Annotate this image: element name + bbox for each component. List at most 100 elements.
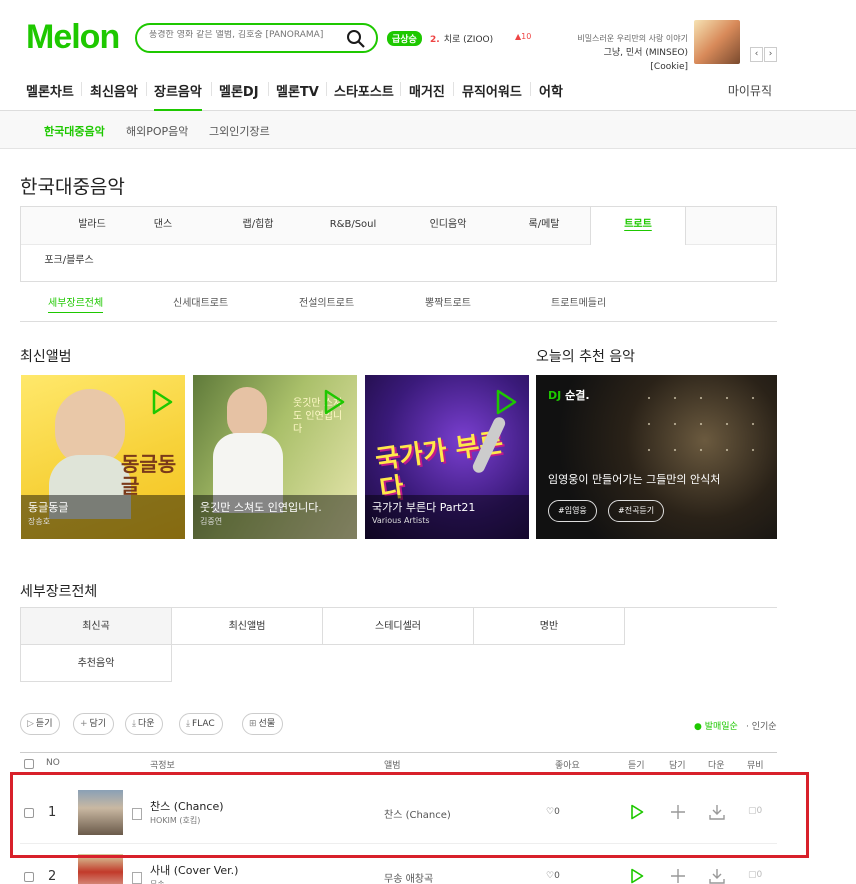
- col-play: 듣기: [628, 761, 645, 771]
- album-caption: 국가가 부른다 Part21 Various Artists: [365, 495, 529, 539]
- col-add: 담기: [669, 761, 686, 771]
- nav-melon-dj[interactable]: 멜론DJ: [219, 81, 259, 111]
- subgenre-all[interactable]: 세부장르전체: [48, 294, 104, 313]
- col-album: 앨범: [384, 761, 401, 771]
- play-icon[interactable]: [495, 389, 517, 415]
- plus-icon[interactable]: [671, 869, 685, 883]
- play-icon[interactable]: [630, 868, 644, 884]
- col-no: NO: [46, 758, 60, 768]
- row-number: 2: [48, 869, 57, 884]
- order-popular[interactable]: · 인기순: [746, 719, 777, 732]
- subnav-korean-pop[interactable]: 한국대중음악: [44, 123, 105, 139]
- album-card[interactable]: 웃깃만 스쳐도 인연입니다 웃깃만 스쳐도 인연입니다. 김중연: [193, 375, 357, 539]
- promo-thumbnail[interactable]: [694, 20, 740, 64]
- flac-button[interactable]: ⤓ FLAC: [179, 713, 223, 735]
- col-mv: 뮤비: [747, 761, 764, 771]
- download-button[interactable]: ⤓ 다운: [125, 713, 163, 735]
- gift-button[interactable]: ⊞ 선물: [242, 713, 284, 735]
- dj-name-text: 순결.: [565, 389, 590, 402]
- tab-recommended[interactable]: 추천음악: [21, 645, 172, 682]
- rank-title: 치로 (ZIOO): [443, 35, 494, 45]
- nav-starpost[interactable]: 스타포스트: [334, 81, 394, 111]
- add-button-label: 담기: [89, 719, 107, 729]
- album-title[interactable]: 동글동글: [28, 500, 178, 516]
- promo-text[interactable]: 비밀스러운 우리만의 사랑 이야기 그냥, 민서 (MINSEO) [Cooki…: [568, 32, 688, 74]
- subgenre-ppongjjak[interactable]: 뽕짝트로트: [425, 294, 471, 309]
- flac-button-label: FLAC: [191, 719, 215, 729]
- nav-melon-chart[interactable]: 멜론차트: [26, 81, 74, 111]
- play-button[interactable]: ▷ 듣기: [20, 713, 61, 735]
- album-cover-text: 국가가 부른다: [373, 427, 506, 506]
- genre-tab-folk[interactable]: 포크/블루스: [21, 243, 117, 281]
- song-info-icon[interactable]: [132, 872, 142, 884]
- subnav-foreign-pop[interactable]: 해외POP음악: [126, 123, 188, 139]
- nav-latest-music[interactable]: 최신음악: [90, 81, 138, 111]
- order-popular-label: 인기순: [751, 722, 777, 732]
- rising-badge: 급상승: [387, 31, 422, 46]
- gift-icon: ⊞: [249, 719, 257, 729]
- download-button-label: 다운: [137, 719, 155, 729]
- promo-next-button[interactable]: ›: [764, 47, 777, 62]
- subgenre-new-trot[interactable]: 신세대트로트: [173, 294, 228, 309]
- col-likes: 좋아요: [555, 761, 580, 771]
- promo-subtitle: 비밀스러운 우리만의 사랑 이야기: [577, 34, 688, 43]
- subnav-other-genres[interactable]: 그외인기장르: [209, 123, 270, 139]
- melon-logo[interactable]: Melon: [26, 18, 120, 57]
- play-icon[interactable]: [151, 389, 173, 415]
- tab-latest-songs[interactable]: 최신곡: [21, 608, 172, 645]
- song-album[interactable]: 무송 애창곡: [384, 870, 433, 884]
- recommend-card[interactable]: DJ 순결. 임영웅이 만들어가는 그들만의 안식처 #임영웅 #전곡듣기: [536, 375, 777, 539]
- tag-button[interactable]: #임영웅: [548, 500, 597, 522]
- genre-tab-trot[interactable]: 트로트: [590, 207, 686, 245]
- nav-magazine[interactable]: 매거진: [409, 81, 445, 111]
- mv-button[interactable]: ▢0: [748, 870, 762, 880]
- play-icon[interactable]: [323, 389, 345, 415]
- row-checkbox[interactable]: [24, 872, 34, 882]
- rank-number: 2.: [430, 35, 440, 45]
- tag-button[interactable]: #전곡듣기: [608, 500, 665, 522]
- dj-name[interactable]: DJ 순결.: [548, 387, 590, 403]
- promo-prev-button[interactable]: ‹: [750, 47, 763, 62]
- recommend-title: 오늘의 추천 음악: [536, 349, 636, 365]
- nav-divider: [453, 82, 454, 96]
- promo-title: 그냥, 민서 (MINSEO) [Cookie]: [603, 48, 688, 72]
- nav-my-music[interactable]: 마이뮤직: [728, 82, 772, 99]
- album-thumbnail[interactable]: [78, 854, 123, 884]
- realtime-rank[interactable]: 2. 치로 (ZIOO): [430, 32, 493, 45]
- nav-genre-music[interactable]: 장르음악: [154, 81, 202, 111]
- add-button[interactable]: + 담기: [73, 713, 115, 735]
- genre-tabs: 발라드 댄스 랩/힙합 R&B/Soul 인디음악 록/메탈 트로트 포크/블루…: [20, 206, 777, 282]
- subgenre-legend-trot[interactable]: 전설의트로트: [299, 294, 354, 309]
- nav-divider: [211, 82, 212, 96]
- nav-music-awards[interactable]: 뮤직어워드: [462, 81, 522, 111]
- album-artist[interactable]: 장송호: [28, 516, 178, 527]
- search-icon[interactable]: [346, 29, 366, 49]
- nav-melon-tv[interactable]: 멜론TV: [276, 81, 319, 111]
- tab-masterpieces[interactable]: 명반: [474, 608, 625, 645]
- nav-language[interactable]: 어학: [539, 81, 563, 111]
- search-input[interactable]: [149, 30, 339, 40]
- album-title[interactable]: 국가가 부른다 Part21: [372, 500, 522, 516]
- song-title[interactable]: 사내 (Cover Ver.): [150, 862, 238, 878]
- subgenre-medley[interactable]: 트로트메들리: [551, 294, 606, 309]
- like-button[interactable]: ♡0: [546, 871, 560, 881]
- tab-latest-albums[interactable]: 최신앨범: [172, 608, 323, 645]
- album-card[interactable]: 국가가 부른다 국가가 부른다 Part21 Various Artists: [365, 375, 529, 539]
- col-download: 다운: [708, 761, 725, 771]
- search-box[interactable]: [135, 23, 378, 53]
- album-title[interactable]: 웃깃만 스쳐도 인연입니다.: [200, 500, 350, 516]
- nav-divider: [146, 82, 147, 96]
- song-artist[interactable]: 무송: [150, 879, 165, 884]
- order-release[interactable]: ● 발매일순: [694, 719, 738, 732]
- tab-steady-sellers[interactable]: 스테디셀러: [323, 608, 474, 645]
- album-artist[interactable]: Various Artists: [372, 516, 522, 525]
- select-all-checkbox[interactable]: [24, 759, 34, 769]
- download-icon[interactable]: [709, 868, 725, 884]
- album-artist[interactable]: 김중연: [200, 516, 350, 527]
- recommend-desc[interactable]: 임영웅이 만들어가는 그들만의 안식처: [548, 471, 720, 487]
- nav-divider: [268, 82, 269, 96]
- flower-pattern: [636, 385, 766, 465]
- heart-icon: ♡: [546, 871, 555, 881]
- album-cover-text: 동글동글: [121, 452, 177, 498]
- album-card[interactable]: 동글동글 동글동글 장송호: [21, 375, 185, 539]
